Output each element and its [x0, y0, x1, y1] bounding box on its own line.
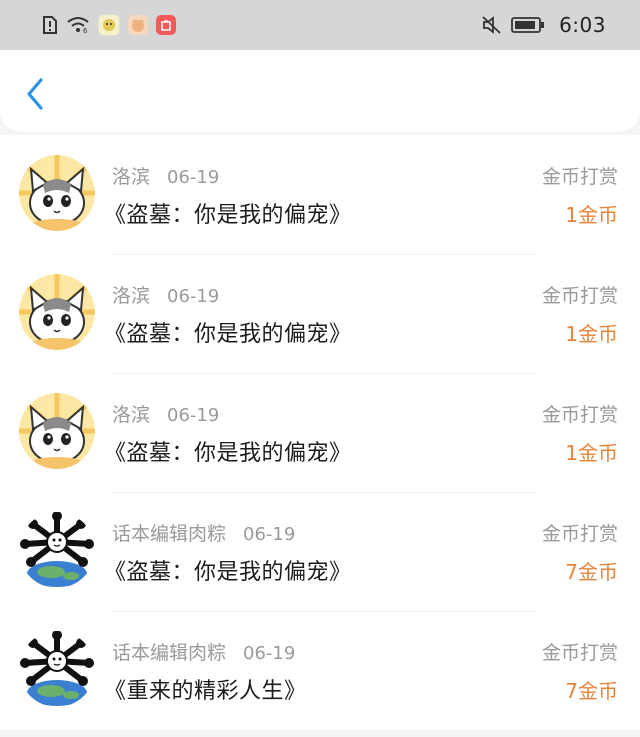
app-icon-3: [156, 15, 176, 35]
date: 06-19: [243, 643, 296, 664]
list-item[interactable]: 话本编辑肉粽 06-19 《重来的精彩人生》 金币打赏 7金币: [0, 611, 640, 730]
meta: 话本编辑肉粽 06-19: [112, 519, 295, 546]
reward-type: 金币打赏: [541, 523, 618, 545]
app-icon-1: [98, 14, 120, 36]
mute-icon: [481, 15, 503, 35]
book-title[interactable]: 《盗墓：你是我的偏宠》: [104, 197, 352, 229]
globe-avatar-icon: [19, 631, 95, 707]
reward-amount: 1金币: [565, 441, 618, 465]
meta: 洛滨 06-19: [112, 281, 219, 308]
author-name: 洛滨: [112, 285, 151, 307]
avatar[interactable]: [19, 631, 95, 707]
book-title[interactable]: 《盗墓：你是我的偏宠》: [104, 554, 352, 586]
avatar[interactable]: [19, 512, 95, 588]
cat-avatar-icon: [19, 393, 95, 469]
meta: 洛滨 06-19: [112, 400, 219, 427]
date: 06-19: [167, 286, 220, 307]
globe-avatar-icon: [19, 512, 95, 588]
list-item[interactable]: 洛滨 06-19 《盗墓：你是我的偏宠》 金币打赏 1金币: [0, 135, 640, 254]
reward-type: 金币打赏: [541, 642, 618, 664]
battery-icon: [511, 16, 545, 34]
status-right: 6:03: [481, 13, 606, 37]
reward-type: 金币打赏: [541, 285, 618, 307]
list-item[interactable]: 洛滨 06-19 《盗墓：你是我的偏宠》 金币打赏 1金币: [0, 373, 640, 492]
reward-type: 金币打赏: [541, 166, 618, 188]
author-name: 洛滨: [112, 404, 151, 426]
reward-amount: 1金币: [565, 203, 618, 227]
avatar[interactable]: [19, 393, 95, 469]
back-button[interactable]: [18, 74, 52, 114]
cat-avatar-icon: [19, 274, 95, 350]
meta: 话本编辑肉粽 06-19: [112, 638, 295, 665]
reward-amount: 7金币: [565, 560, 618, 584]
book-title[interactable]: 《盗墓：你是我的偏宠》: [104, 316, 352, 348]
reward-amount: 1金币: [565, 322, 618, 346]
app-icon-2: [128, 15, 148, 35]
reward-list: 洛滨 06-19 《盗墓：你是我的偏宠》 金币打赏 1金币 洛滨 06-19 《…: [0, 135, 640, 730]
book-title[interactable]: 《重来的精彩人生》: [104, 673, 307, 705]
book-title[interactable]: 《盗墓：你是我的偏宠》: [104, 435, 352, 467]
sim-alert-icon: [42, 15, 58, 35]
date: 06-19: [167, 167, 220, 188]
list-item[interactable]: 洛滨 06-19 《盗墓：你是我的偏宠》 金币打赏 1金币: [0, 254, 640, 373]
author-name: 话本编辑肉粽: [112, 523, 227, 545]
list-item[interactable]: 话本编辑肉粽 06-19 《盗墓：你是我的偏宠》 金币打赏 7金币: [0, 492, 640, 611]
avatar[interactable]: [19, 274, 95, 350]
chevron-left-icon: [27, 78, 43, 110]
reward-amount: 7金币: [565, 679, 618, 703]
status-left: 6: [42, 14, 176, 36]
svg-text:6: 6: [83, 27, 88, 34]
reward-type: 金币打赏: [541, 404, 618, 426]
author-name: 洛滨: [112, 166, 151, 188]
date: 06-19: [243, 524, 296, 545]
meta: 洛滨 06-19: [112, 162, 219, 189]
date: 06-19: [167, 405, 220, 426]
cat-avatar-icon: [19, 155, 95, 231]
status-bar: 6 6:03: [0, 0, 640, 50]
avatar[interactable]: [19, 155, 95, 231]
clock-time: 6:03: [559, 13, 606, 37]
author-name: 话本编辑肉粽: [112, 642, 227, 664]
wifi-icon: 6: [66, 16, 90, 34]
header-bar: [0, 50, 640, 132]
